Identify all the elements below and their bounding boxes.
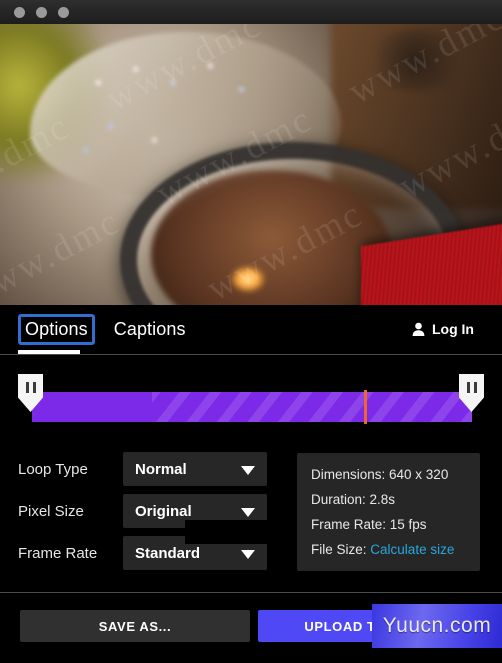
zoom-button[interactable] (58, 7, 69, 18)
timeline-playhead[interactable] (364, 390, 367, 424)
minimize-button[interactable] (36, 7, 47, 18)
render-artifact (185, 520, 291, 544)
preview-watermark-text-6: www.dmc (341, 24, 502, 113)
preview-watermark: www.dmc www.dmc www.dmc www.dmc www.dmc … (0, 24, 502, 305)
video-preview[interactable]: www.dmc www.dmc www.dmc www.dmc www.dmc … (0, 24, 502, 305)
chevron-down-icon (241, 508, 255, 517)
option-row-loop-type: Loop Type Normal (18, 452, 267, 486)
site-watermark: Yuucn.com (372, 604, 502, 648)
window-controls (14, 7, 69, 18)
info-file-size-label: File Size: (311, 542, 367, 557)
site-watermark-text: Yuucn.com (382, 614, 492, 637)
media-info-panel: Dimensions: 640 x 320 Duration: 2.8s Fra… (297, 453, 480, 571)
preview-watermark-text-9: www.dmc (392, 90, 502, 208)
tab-list: Options Captions (18, 314, 193, 345)
preview-watermark-text-7: www.dmc (8, 295, 178, 305)
user-icon (412, 322, 425, 336)
login-button[interactable]: Log In (412, 321, 474, 337)
preview-watermark-text-5: www.dmc (149, 98, 320, 215)
option-label-frame-rate: Frame Rate (18, 544, 98, 562)
tab-bar: Options Captions Log In (0, 305, 502, 355)
timeline-track[interactable] (32, 392, 472, 422)
tab-options[interactable]: Options (18, 314, 95, 345)
tab-captions[interactable]: Captions (107, 314, 193, 345)
render-artifact (280, 440, 338, 454)
app-window: www.dmc www.dmc www.dmc www.dmc www.dmc … (0, 0, 502, 663)
option-label-pixel-size: Pixel Size (18, 502, 84, 520)
info-frame-rate: Frame Rate: 15 fps (311, 517, 427, 532)
info-duration: Duration: 2.8s (311, 492, 396, 507)
pixel-size-value: Original (135, 502, 192, 520)
tabbar-divider (0, 354, 502, 355)
loop-type-value: Normal (135, 460, 187, 478)
save-as-button[interactable]: SAVE AS... (20, 610, 250, 642)
timeline-track-solid (32, 392, 152, 422)
pause-bars-icon (25, 382, 36, 393)
loop-type-select[interactable]: Normal (123, 452, 267, 486)
calculate-size-link[interactable]: Calculate size (370, 542, 454, 557)
timeline[interactable] (0, 356, 502, 442)
pause-bars-icon (466, 382, 477, 393)
chevron-down-icon (241, 550, 255, 559)
footer-divider (0, 592, 502, 593)
preview-watermark-text-2: www.dmc (99, 24, 269, 120)
render-artifact (0, 440, 94, 454)
preview-watermark-text-4: www.dmc (0, 200, 127, 305)
preview-watermark-text-8: www.dmc (199, 193, 370, 305)
preview-watermark-text: www.dmc (0, 105, 77, 222)
info-file-size: File Size: Calculate size (311, 537, 480, 562)
option-label-loop-type: Loop Type (18, 460, 88, 478)
close-button[interactable] (14, 7, 25, 18)
chevron-down-icon (241, 466, 255, 475)
window-titlebar (0, 0, 502, 25)
frame-rate-value: Standard (135, 544, 201, 562)
info-dimensions: Dimensions: 640 x 320 (311, 467, 449, 482)
login-label: Log In (432, 321, 474, 337)
